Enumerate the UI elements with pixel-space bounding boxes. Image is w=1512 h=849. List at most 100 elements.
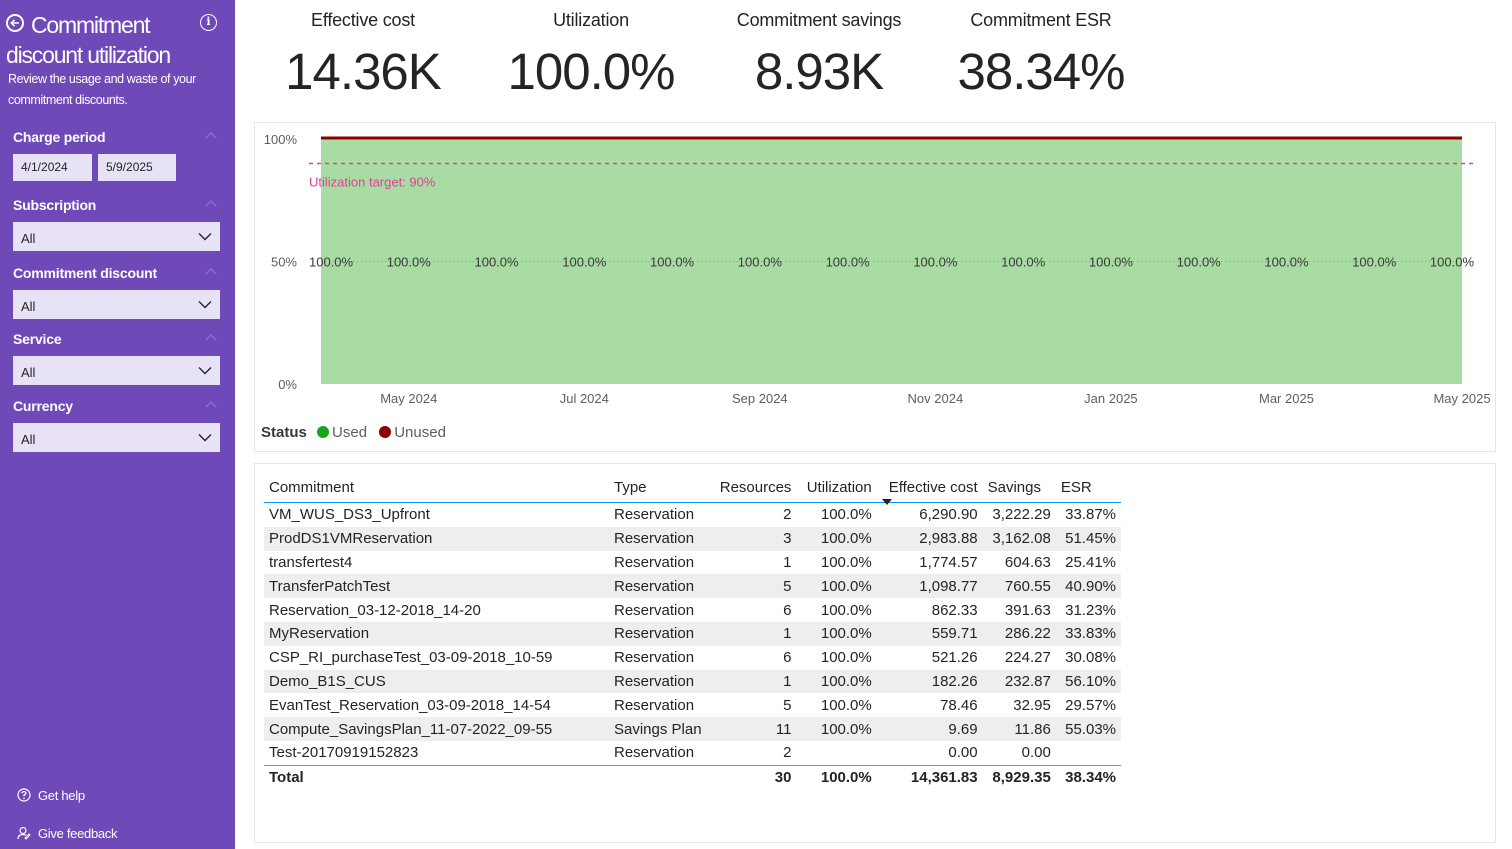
table-cell: CSP_RI_purchaseTest_03-09-2018_10-59 [269,649,553,667]
table-row[interactable]: EvanTest_Reservation_03-09-2018_14-54 Res… [264,693,1121,717]
table-cell: 6 [783,649,792,667]
column-header-type[interactable]: Type [609,472,709,503]
data-label: 100.0% [913,255,958,270]
kpi-utilization: Utilization 100.0% [491,8,691,107]
table-cell: 100.0% [796,717,877,741]
collapse-icon[interactable] [205,267,217,277]
table-cell: 0.00 [1021,744,1051,762]
kpi-label: Utilization [553,10,629,30]
table-cell: Reservation [614,553,695,571]
kpi-label: Commitment ESR [970,10,1112,30]
table-row[interactable]: ProdDS1VMReservation Reservation 3 100.0% 2,… [264,526,1121,551]
legend-item-used[interactable]: Used [317,424,367,441]
kpi-value: 14.36K [285,43,442,100]
x-tick-label: May 2025 [1433,391,1490,406]
table-cell: Reservation [609,526,709,551]
table-cell: 1 [783,553,792,571]
commitment-discount-dropdown[interactable]: All [13,290,220,319]
x-tick-label: Jan 2025 [1084,391,1138,406]
give-feedback-link[interactable]: Give feedback [17,826,118,841]
table-row[interactable]: Demo_B1S_CUS Reservation 1 100.0% 182.26 232.… [264,669,1121,694]
commitment-table: Commitment Type Resources Utilization Ef… [264,472,1121,789]
table-cell: 32.95 [1013,696,1051,714]
chevron-down-icon [198,301,212,309]
table-cell: VM_WUS_DS3_Upfront [269,506,430,524]
x-tick-label: May 2024 [380,391,437,406]
table-cell: 559.71 [876,621,983,646]
utilization-chart: 100% 50% 0% Utilization target: 90% 100.0% 10… [254,122,1496,452]
collapse-icon[interactable] [205,400,217,410]
feedback-icon [17,826,31,840]
sidebar: Commitment discount utilization i Review… [0,0,235,849]
end-date-input[interactable]: 5/9/2025 [98,154,176,181]
table-cell: 862.33 [931,601,978,619]
service-dropdown[interactable]: All [13,356,220,385]
table-cell: 55.03% [1055,717,1121,741]
table-cell: Reservation [609,669,709,694]
y-tick-label: 50% [271,255,297,270]
table-row[interactable]: transfertest4 Reservation 1 100.0% 1,774.57 6… [264,551,1121,575]
data-label: 100.0% [1430,255,1475,270]
column-header-resources[interactable]: Resources [709,472,797,503]
table-cell: 40.90% [1055,574,1121,599]
kpi-value: 38.34% [957,43,1126,100]
table-cell: 224.27 [1004,649,1051,667]
collapse-icon[interactable] [205,199,217,209]
chevron-down-icon [198,233,212,241]
table-row[interactable]: CSP_RI_purchaseTest_03-09-2018_10-59 Rese… [264,646,1121,670]
collapse-icon[interactable] [205,131,217,141]
table-row[interactable]: Compute_SavingsPlan_11-07-2022_09-55 Savi… [264,717,1121,741]
table-row[interactable]: TransferPatchTest Reservation 5 100.0% 1,098… [264,574,1121,599]
table-cell: Reservation [609,574,709,599]
legend-item-unused[interactable]: Unused [379,424,446,441]
table-cell: 286.22 [982,621,1056,646]
table-cell: Reservation_03-12-2018_14-20 [269,601,481,619]
subscription-dropdown[interactable]: All [13,222,220,251]
table-cell: 100.0% [820,696,872,714]
commitment-table-panel: Commitment Type Resources Utilization Ef… [254,463,1496,843]
collapse-icon[interactable] [205,333,217,343]
data-label: 100.0% [309,255,354,270]
table-cell: 100.0% [820,553,872,571]
info-icon[interactable]: i [200,14,217,31]
table-cell: Test-20170919152823 [269,744,419,762]
table-cell: 100.0% [796,574,877,599]
table-cell: 78.46 [940,696,978,714]
table-cell: 6,290.90 [919,506,978,524]
data-label: 100.0% [474,255,519,270]
legend-dot [379,426,392,438]
get-help-link[interactable]: Get help [17,788,85,803]
column-header-esr[interactable]: ESR [1055,472,1121,503]
table-total-row: Total 30 100.0% 14,361.83 8,929.35 38.34% [264,764,1121,789]
currency-dropdown[interactable]: All [13,423,220,452]
table-cell: 2,983.88 [876,526,983,551]
table-cell: 9.69 [876,717,983,741]
chevron-down-icon [198,434,212,442]
chevron-down-icon [198,367,212,375]
table-header-row: Commitment Type Resources Utilization Ef… [264,472,1121,505]
table-cell: 100.0% [796,526,877,551]
table-cell: 30.08% [1065,649,1116,667]
table-cell: 3,162.08 [982,526,1056,551]
table-row[interactable]: VM_WUS_DS3_Upfront Reservation 2 100.0% 6,29… [264,503,1121,527]
start-date-input[interactable]: 4/1/2024 [13,154,92,181]
table-row[interactable]: MyReservation Reservation 1 100.0% 559.71 286… [264,621,1121,646]
total-cell [609,764,709,789]
column-header-savings[interactable]: Savings [982,472,1056,503]
kpi-value: 8.93K [754,43,884,100]
total-cell: Total [264,764,609,789]
currency-label: Currency [13,398,73,414]
column-header-utilization[interactable]: Utilization [796,472,877,503]
table-cell: transfertest4 [269,553,353,571]
column-header-effective-cost[interactable]: Effective cost [876,472,983,505]
table-cell: Reservation [614,744,695,762]
table-cell: 29.57% [1065,696,1116,714]
target-line-label: Utilization target: 90% [309,175,436,190]
table-cell: 11.86 [982,717,1056,741]
table-cell: 100.0% [820,506,872,524]
table-row[interactable]: Test-20170919152823 Reservation 2 0.00 0.00 [264,741,1121,765]
table-row[interactable]: Reservation_03-12-2018_14-20 Reservation 6… [264,598,1121,622]
y-tick-label: 0% [278,377,297,392]
column-header-commitment[interactable]: Commitment [264,472,609,503]
chart-legend: Status Used Unused [261,424,454,441]
